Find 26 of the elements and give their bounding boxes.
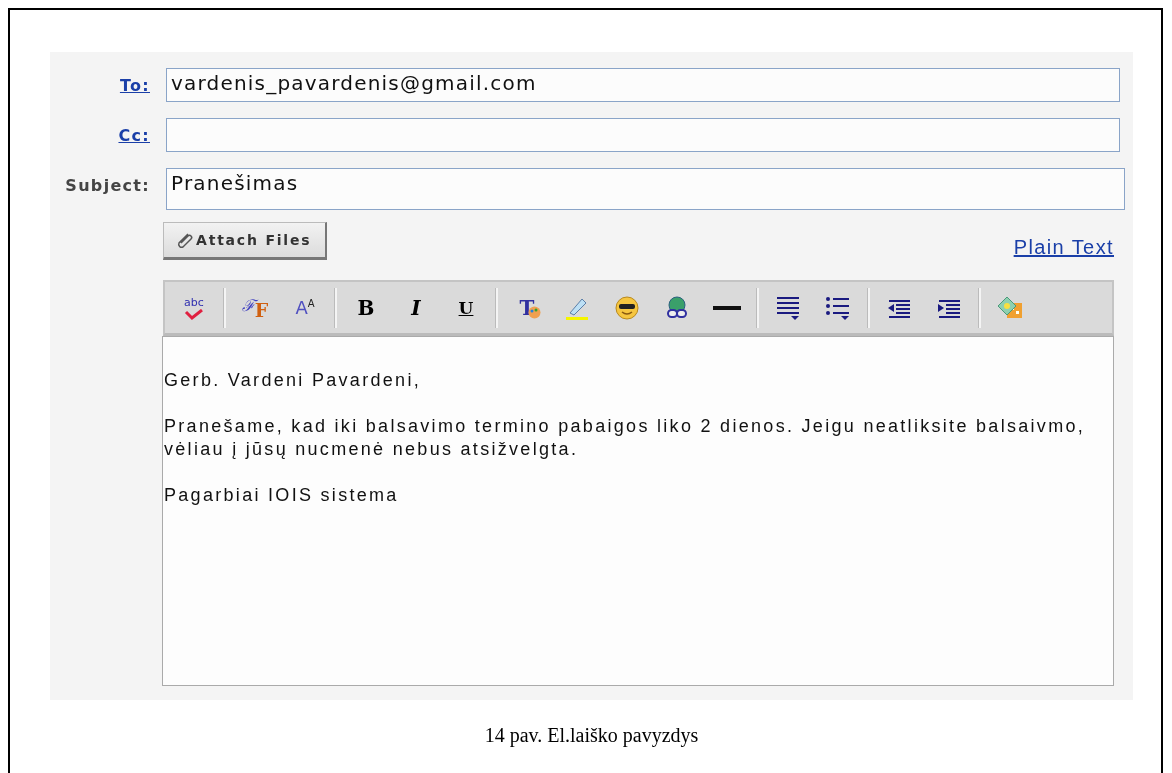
figure-caption: 14 pav. El.laiško pavyzdys: [483, 724, 700, 747]
input-field[interactable]: [166, 118, 1120, 152]
spellcheck-button[interactable]: abc: [172, 287, 216, 328]
attach-files-button[interactable]: Attach Files: [163, 222, 327, 260]
message-paragraph: Gerb. Vardeni Pavardeni,: [164, 369, 422, 392]
field-label: Subject:: [65, 175, 150, 195]
message-body[interactable]: Gerb. Vardeni Pavardeni, Pranešame, kad iki balsavimo termino pabaigos liko 2 dienos. Jeigu neatliksite balsaivmo, vėliau į jūsų nucmenė nebus atsižvelgta. Pagarbiai IOIS sistema: [162, 336, 1114, 686]
text-color-button[interactable]: T: [505, 287, 549, 328]
picture-frame-icon: [997, 294, 1023, 321]
bold-button[interactable]: B: [344, 287, 388, 328]
checkmark-icon: [184, 308, 204, 320]
field-link[interactable]: To:: [119, 68, 150, 95]
font-size-button[interactable]: A$^{A}$: [283, 287, 327, 328]
message-paragraph: Pagarbiai IOIS sistema: [164, 484, 400, 507]
globe-chain-icon: [665, 295, 689, 320]
underline-button[interactable]: U: [444, 287, 488, 328]
input-field[interactable]: Pranešimas: [166, 168, 1125, 210]
field-link[interactable]: Cc:: [118, 118, 150, 145]
italic-button[interactable]: I: [394, 287, 438, 328]
input-field[interactable]: vardenis_pavardenis@gmail.com: [166, 68, 1120, 102]
abc-label: abc: [184, 295, 204, 309]
bullet-list-icon: [825, 294, 851, 321]
smiley-sunglasses-icon: [615, 295, 639, 320]
plain-text-link[interactable]: Plain Text: [1013, 236, 1114, 259]
align-left-icon: [775, 294, 801, 321]
message-paragraph: Pranešame, kad iki balsavimo termino pabaigos liko 2 dienos. Jeigu neatliksite balsaivmo, vėliau į jūsų nucmenė nebus atsižvelgta.: [164, 415, 1087, 461]
